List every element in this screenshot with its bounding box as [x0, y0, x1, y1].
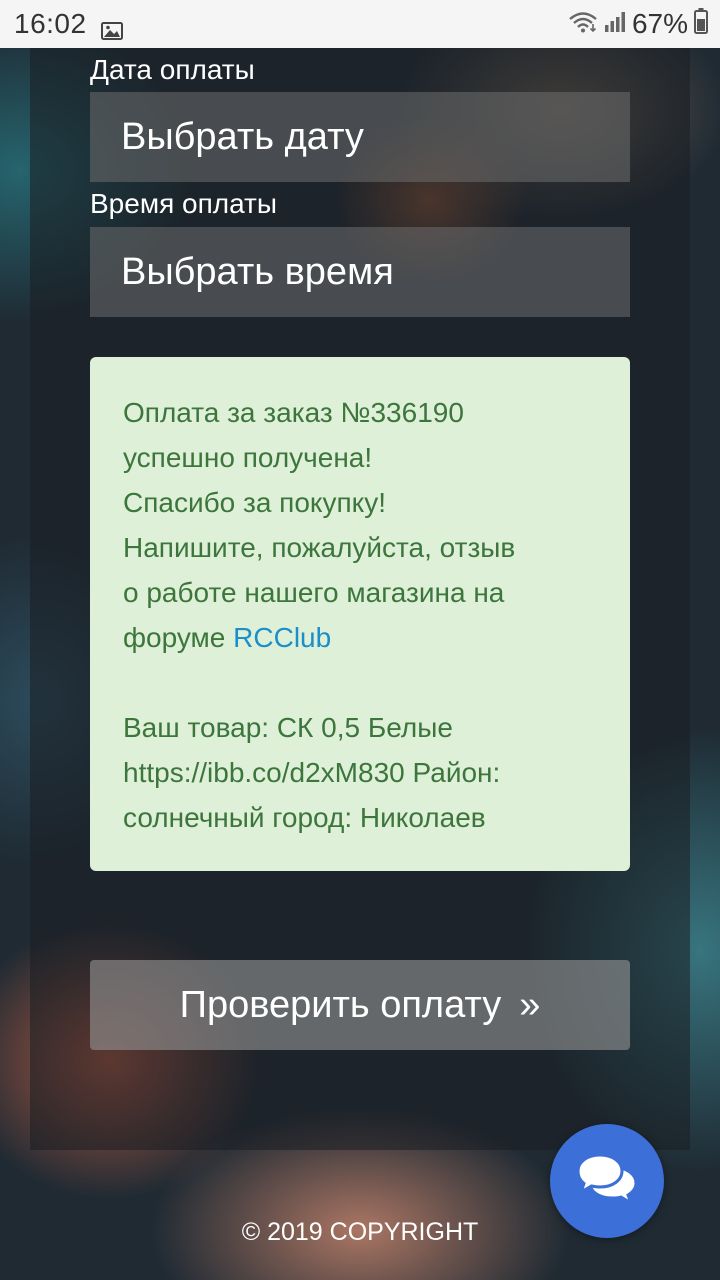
success-line: успешно получена! [123, 442, 373, 473]
success-line: Оплата за заказ №336190 [123, 397, 464, 428]
battery-percent: 67% [631, 8, 688, 39]
signal-icon [604, 8, 626, 40]
forum-prefix: форуме [123, 622, 234, 653]
product-line: солнечный город: Николаев [123, 802, 486, 833]
forum-link[interactable]: RCClub [233, 622, 331, 653]
status-bar: 16:02 67% [0, 0, 720, 48]
product-line: https://ibb.co/d2xM830 Район: [123, 757, 501, 788]
payment-time-label: Время оплаты [90, 188, 277, 219]
payment-date-select[interactable]: Выбрать дату [90, 92, 630, 182]
status-right: 67% [568, 7, 708, 41]
product-line: Ваш товар: СК 0,5 Белые [123, 712, 453, 743]
success-line: Спасибо за покупку! [123, 487, 386, 518]
chat-button[interactable] [550, 1124, 664, 1238]
success-line: о работе нашего магазина на [123, 577, 505, 608]
success-line: Напишите, пожалуйста, отзыв [123, 532, 516, 563]
forum-line: форуме RCClub [123, 615, 598, 660]
chat-bubbles-icon [576, 1152, 638, 1210]
check-payment-button[interactable]: Проверить оплату » [90, 960, 630, 1050]
image-icon [100, 15, 123, 40]
payment-date-label: Дата оплаты [90, 54, 255, 85]
payment-time-select[interactable]: Выбрать время [90, 227, 630, 317]
check-payment-label: Проверить оплату [179, 983, 502, 1026]
double-chevron-right-icon: » [519, 983, 541, 1026]
status-time: 16:02 [14, 8, 87, 39]
battery-icon [694, 7, 708, 41]
success-alert: Оплата за заказ №336190 успешно получена… [90, 357, 630, 871]
wifi-icon [568, 8, 598, 40]
